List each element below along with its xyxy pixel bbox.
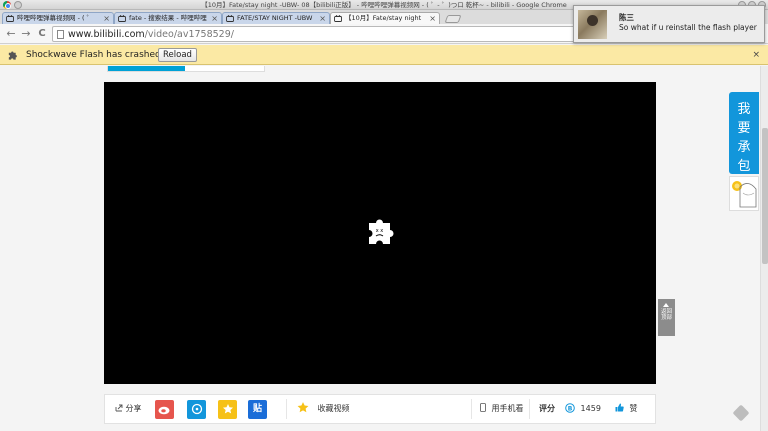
url-text[interactable]: www.bilibili.com/video/av1758529/	[68, 27, 234, 42]
page-icon	[57, 30, 64, 39]
active-part-tab[interactable]	[108, 66, 185, 71]
like-button[interactable]: 赞	[615, 395, 638, 423]
promo-char: 包	[737, 159, 751, 174]
divider	[529, 399, 530, 419]
thumbs-up-icon	[615, 403, 624, 412]
qq-zone-share-icon[interactable]	[187, 400, 206, 419]
share-icon	[115, 404, 123, 412]
watch-on-mobile-button[interactable]: 用手机看	[480, 395, 524, 423]
page-scrollbar[interactable]	[760, 66, 768, 431]
qzone-logo	[191, 403, 202, 415]
bilibili-tv-icon	[226, 15, 234, 22]
back-to-top-button[interactable]: 返回 顶部	[658, 299, 675, 336]
bilibili-tv-icon	[334, 15, 342, 22]
video-player[interactable]: x x	[104, 82, 656, 384]
coin-icon: B	[565, 403, 575, 413]
crashed-plugin-icon: x x	[369, 219, 394, 244]
video-action-bar: 分享 贴 收藏视频 用手机看 评分 B 1459 赞	[104, 394, 656, 424]
divider	[471, 399, 472, 419]
star-logo	[222, 404, 233, 414]
weibo-logo	[158, 406, 170, 415]
coin-count: 1459	[580, 404, 601, 413]
promo-char: 承	[737, 140, 751, 155]
tab-close-icon[interactable]: ×	[319, 13, 326, 24]
coin-button[interactable]: B 1459	[565, 395, 601, 423]
url-path: /video/av1758529/	[144, 29, 234, 40]
tab-label: fate - 搜索结果 - 哔哩哔哩	[129, 14, 207, 22]
share-label: 分享	[125, 404, 142, 413]
promo-char: 要	[737, 121, 751, 136]
mascot-illustration	[732, 181, 757, 208]
divider	[286, 399, 287, 419]
tab-bilibili-home[interactable]: 哔哩哔哩弹幕视频网 - ( ゜ ×	[2, 12, 114, 24]
mascot-image[interactable]	[729, 176, 759, 211]
avatar	[578, 10, 607, 39]
puzzle-piece-icon	[8, 51, 17, 60]
promo-char: 我	[737, 102, 751, 117]
tieba-share-button[interactable]: 贴	[248, 400, 267, 419]
reload-button[interactable]: C	[35, 27, 49, 41]
notification-sender: 陈三	[619, 13, 634, 22]
infobar-close-icon[interactable]: ×	[752, 45, 760, 65]
qq-share-icon[interactable]	[218, 400, 237, 419]
video-part-tabs[interactable]	[107, 66, 265, 72]
favorite-label: 收藏视频	[317, 404, 350, 413]
tab-fate-ubw[interactable]: FATE/STAY NIGHT -UBW ×	[222, 12, 330, 24]
share-button[interactable]: 分享	[115, 395, 142, 423]
phone-icon	[480, 403, 486, 412]
bilibili-tv-icon	[118, 15, 126, 22]
weibo-share-icon[interactable]	[155, 400, 174, 419]
page-content: x x 分享 贴 收藏视频 用手机看 评分 B 1459 赞	[0, 66, 768, 431]
tab-search-results[interactable]: fate - 搜索结果 - 哔哩哔哩 ×	[114, 12, 222, 24]
tab-close-icon[interactable]: ×	[429, 13, 436, 24]
tab-current-video[interactable]: 【10月】Fate/stay night ×	[330, 12, 440, 24]
star-icon	[297, 402, 309, 413]
svg-text:B: B	[568, 405, 573, 412]
tab-label: FATE/STAY NIGHT -UBW	[237, 14, 313, 22]
contract-promo-button[interactable]: 我 要 承 包	[729, 92, 759, 174]
tab-label: 【10月】Fate/stay night	[345, 14, 422, 22]
favorite-button[interactable]: 收藏视频	[296, 395, 350, 423]
tab-label: 哔哩哔哩弹幕视频网 - ( ゜	[17, 14, 94, 22]
tab-close-icon[interactable]: ×	[103, 13, 110, 24]
new-tab-button[interactable]	[444, 15, 462, 23]
bilibili-tv-icon	[6, 15, 14, 22]
svg-text:x x: x x	[376, 228, 384, 234]
chat-notification[interactable]: 陈三 So what if u reinstall the flash play…	[573, 5, 765, 43]
forward-button[interactable]: →	[19, 27, 33, 41]
crash-message: Shockwave Flash has crashed.	[26, 50, 164, 60]
rating-label: 评分	[539, 404, 555, 413]
back-button[interactable]: ←	[4, 27, 18, 41]
url-host: www.bilibili.com	[68, 29, 145, 40]
back-top-text: 顶部	[660, 315, 672, 321]
infobar-reload-button[interactable]: Reload	[158, 48, 197, 62]
tab-close-icon[interactable]: ×	[211, 13, 218, 24]
plugin-crash-infobar: Shockwave Flash has crashed. Reload ×	[0, 45, 768, 65]
notification-message: So what if u reinstall the flash player	[619, 23, 757, 32]
scrollbar-thumb[interactable]	[762, 128, 768, 264]
mobile-label: 用手机看	[491, 404, 524, 413]
like-label: 赞	[629, 404, 638, 413]
